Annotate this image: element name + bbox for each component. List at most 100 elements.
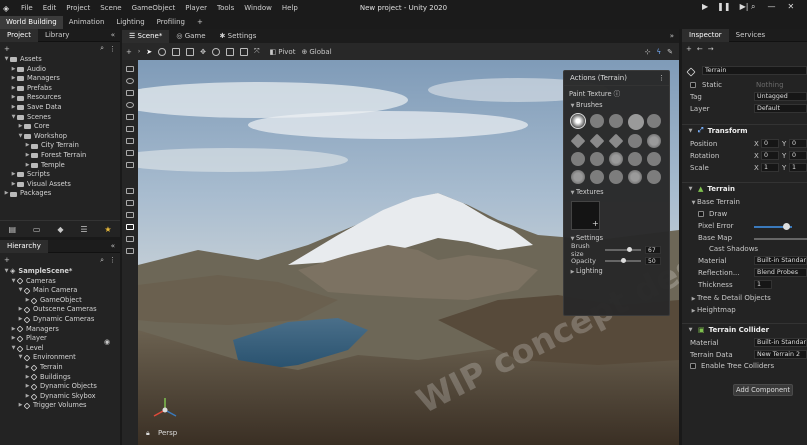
detail-tool-icon[interactable] (126, 248, 134, 254)
brush-swatch[interactable] (647, 152, 661, 166)
tool-icon[interactable] (126, 126, 134, 132)
tab-project[interactable]: Project (0, 28, 38, 42)
close-icon[interactable]: ✕ (787, 2, 794, 12)
tree-item[interactable]: ▶ Prefabs (3, 84, 120, 94)
tree-item[interactable]: ▶ Trigger Volumes (3, 401, 120, 411)
position-y-field[interactable]: 0 (789, 139, 807, 148)
paint-tool-icon[interactable] (186, 47, 195, 56)
tree-item[interactable]: ▶ GameObject (3, 296, 120, 306)
add-icon[interactable]: + (4, 256, 10, 264)
list-icon[interactable]: ☰ (80, 225, 87, 234)
brush-swatch[interactable] (609, 152, 623, 166)
menu-item-player[interactable]: Player (180, 4, 212, 12)
text-tool-icon[interactable] (126, 150, 134, 156)
step-button[interactable]: ▶| (740, 2, 749, 11)
tree-item[interactable]: ▶ Resources (3, 93, 120, 103)
lighting-section[interactable]: ▶ Lighting (564, 266, 669, 277)
search-icon[interactable]: ⌕ (100, 44, 104, 53)
chevron-right-icon[interactable]: ▶ (10, 84, 17, 94)
tree-item[interactable]: ▶ Visual Assets (3, 180, 120, 190)
layout-tab-world-building[interactable]: World Building (0, 16, 63, 29)
global-toggle[interactable]: ⊕ Global (301, 48, 331, 56)
brush-swatch[interactable] (590, 114, 604, 128)
menu-item-help[interactable]: Help (277, 4, 303, 12)
snap-icon[interactable]: ⊹ (645, 48, 651, 56)
tree-item[interactable]: ▼ Cameras (3, 277, 120, 287)
package-icon[interactable]: ◆ (57, 225, 63, 234)
transform-header[interactable]: ▼ ⤢ Transform (682, 124, 807, 136)
tool-icon[interactable] (126, 138, 134, 144)
static-checkbox[interactable] (690, 82, 696, 88)
layers-icon[interactable]: ▤ (8, 225, 16, 234)
tree-item[interactable]: ▶ Save Data (3, 103, 120, 113)
tree-item[interactable]: ▶ Audio (3, 65, 120, 75)
terrain-raise-icon[interactable] (126, 188, 134, 194)
chevron-down-icon[interactable]: ▼ (10, 277, 17, 287)
brush-swatch[interactable] (628, 134, 642, 148)
tree-item[interactable]: ▶ Player (3, 334, 120, 344)
file-icon[interactable]: ▭ (33, 225, 41, 234)
rotate-tool-icon[interactable] (212, 47, 221, 56)
texture-slot[interactable]: + (571, 201, 600, 230)
enable-tree-colliders-checkbox[interactable] (690, 363, 696, 369)
tree-item[interactable]: ▶ City Terrain (3, 141, 120, 151)
terrain-smooth-icon[interactable] (126, 212, 134, 218)
brush-swatch[interactable] (589, 133, 605, 149)
slider-handle[interactable] (620, 257, 626, 263)
more-options-icon[interactable]: ⋮ (109, 256, 116, 264)
tab-library[interactable]: Library (38, 29, 76, 42)
menu-item-window[interactable]: Window (239, 4, 277, 12)
tree-item[interactable]: ▶ Buildings (3, 373, 120, 383)
tab-hierarchy[interactable]: Hierarchy (0, 239, 48, 253)
chevron-right-icon[interactable]: ▶ (24, 141, 31, 151)
scale-y-field[interactable]: 1 (789, 163, 807, 172)
chevron-right-icon[interactable]: ▶ (17, 122, 24, 132)
visibility-icon[interactable]: ◉ (104, 338, 110, 346)
paint-texture-label[interactable]: Paint Texture ⓘ (564, 89, 669, 100)
menu-item-tools[interactable]: Tools (212, 4, 239, 12)
tree-item[interactable]: ▶ Terrain (3, 363, 120, 373)
brush-swatch[interactable] (571, 152, 585, 166)
tree-item[interactable]: ▶ Scripts (3, 170, 120, 180)
tab-inspector[interactable]: Inspector (682, 28, 729, 42)
brush-swatch[interactable] (628, 170, 642, 184)
select-tool-icon[interactable]: ➤ (146, 48, 152, 56)
chevron-down-icon[interactable]: ▼ (3, 267, 10, 277)
brush-swatch[interactable] (570, 113, 586, 129)
rect-tool-icon[interactable] (240, 47, 249, 56)
opacity-field[interactable]: 50 (645, 256, 661, 265)
chevron-right-icon[interactable]: ▶ (3, 189, 10, 199)
tree-item[interactable]: ▼ Environment (3, 353, 120, 363)
tree-item[interactable]: ▶ Managers (3, 74, 120, 84)
frame-tool-icon[interactable] (172, 47, 181, 56)
tab-settings[interactable]: ✱ Settings (213, 30, 264, 43)
search-icon[interactable]: ⌕ (100, 256, 104, 265)
tree-item[interactable]: ▶ Managers (3, 325, 120, 335)
tree-item[interactable]: ▶ Temple (3, 161, 120, 171)
heightmap-foldout[interactable]: ▶ Heightmap (690, 306, 736, 314)
terrain-material-field[interactable]: Built-in Standard (754, 256, 807, 265)
brush-tool-icon[interactable] (126, 224, 134, 230)
unity-logo-icon[interactable]: ◈ (3, 4, 12, 13)
position-x-field[interactable]: 0 (761, 139, 779, 148)
layout-tab-profiling[interactable]: Profiling (151, 16, 191, 29)
tree-tool-icon[interactable] (126, 236, 134, 242)
brush-size-slider[interactable] (605, 246, 641, 252)
tree-item[interactable]: ▶ Dynamic Cameras (3, 315, 120, 325)
back-icon[interactable]: ← (697, 45, 703, 53)
tree-item[interactable]: ▼ Scenes (3, 113, 120, 123)
layout-tab-animation[interactable]: Animation (63, 16, 111, 29)
tag-dropdown[interactable]: Untagged (754, 92, 807, 101)
brush-swatch[interactable] (571, 170, 585, 184)
chevron-right-icon[interactable]: ▶ (10, 180, 17, 190)
tree-item[interactable]: ▼ Workshop (3, 132, 120, 142)
menu-item-gameobject[interactable]: GameObject (127, 4, 181, 12)
lasso-tool-icon[interactable] (158, 47, 167, 56)
chevron-down-icon[interactable]: ▼ (3, 55, 10, 65)
collider-material-field[interactable]: Built-in Standard (754, 338, 807, 347)
terrain-data-field[interactable]: New Terrain 2 (754, 350, 807, 359)
lock-icon[interactable]: 🔒︎ (146, 429, 150, 438)
transform-tool-icon[interactable]: ⤧ (254, 47, 260, 56)
tree-detail-foldout[interactable]: ▶ Tree & Detail Objects (690, 294, 771, 302)
brush-swatch[interactable] (590, 152, 604, 166)
